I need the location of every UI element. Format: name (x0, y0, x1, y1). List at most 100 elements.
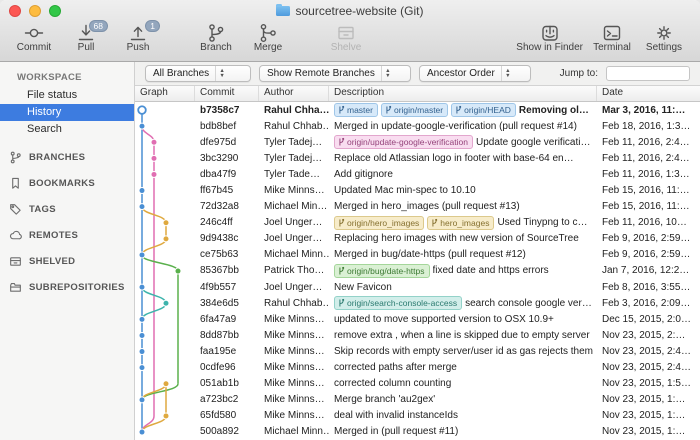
merge-button[interactable]: Merge (242, 22, 294, 53)
commit-author: Mike Minns… (259, 346, 329, 357)
commit-row[interactable]: 246c4ffJoel Unger…origin/hero_imageshero… (135, 215, 700, 231)
commit-author: Mike Minns… (259, 362, 329, 373)
column-header-author[interactable]: Author (259, 86, 329, 101)
sidebar-item-file-status[interactable]: File status (0, 87, 134, 104)
commit-button[interactable]: Commit (8, 22, 60, 53)
commit-description: Replace old Atlassian logo in footer wit… (329, 153, 597, 164)
shelve-button[interactable]: Shelve (320, 22, 372, 53)
commit-row[interactable]: 8dd87bbMike Minns…remove extra , when a … (135, 327, 700, 343)
sidebar-section-subrepositories[interactable]: SUBREPOSITORIES (0, 274, 134, 300)
commit-row[interactable]: 4f9b557Joel Unger…New FaviconFeb 8, 2016… (135, 279, 700, 295)
sidebar-section-shelved[interactable]: SHELVED (0, 248, 134, 274)
commit-table: Graph Commit Author Description Date b73… (135, 86, 700, 440)
commit-row[interactable]: ff67b45Mike Minns…Updated Mac min-spec t… (135, 182, 700, 198)
chevron-updown-icon: ▲▼ (501, 66, 514, 81)
commit-message: Used Tinypng to c… (497, 217, 587, 228)
window-title: sourcetree-website (Git) (295, 4, 423, 18)
branches-label: BRANCHES (29, 152, 85, 163)
commit-description: Skip records with empty server/user id a… (329, 346, 597, 357)
push-label: Push (127, 42, 150, 53)
branch-filter-select[interactable]: All Branches ▲▼ (145, 65, 251, 82)
sidebar-section-remotes[interactable]: REMOTES (0, 222, 134, 248)
settings-button[interactable]: Settings (638, 22, 690, 53)
commit-hash: 3bc3290 (195, 153, 259, 164)
commit-hash: b7358c7 (195, 105, 259, 116)
column-header-date[interactable]: Date (597, 86, 700, 101)
jump-to-input[interactable] (606, 66, 690, 81)
merge-label: Merge (254, 42, 282, 53)
column-header-commit[interactable]: Commit (195, 86, 259, 101)
push-button[interactable]: 1 Push (112, 22, 164, 53)
commit-row[interactable]: 384e6d5Rahul Chhab…origin/search-console… (135, 295, 700, 311)
commit-author: Joel Unger… (259, 217, 329, 228)
commit-date: Feb 18, 2016, 1:3… (597, 121, 700, 132)
commit-author: Mike Minns… (259, 394, 329, 405)
branch-button[interactable]: Branch (190, 22, 242, 53)
commit-date: Nov 23, 2015, 1:… (597, 394, 700, 405)
sidebar-section-tags[interactable]: TAGS (0, 196, 134, 222)
commit-message: corrected paths after merge (334, 362, 457, 373)
commit-description: deal with invalid instanceIds (329, 410, 597, 421)
commit-message: Merged in (pull request #11) (334, 426, 458, 437)
commit-hash: 051ab1b (195, 378, 259, 389)
pull-button[interactable]: 68 Pull (60, 22, 112, 53)
commit-row[interactable]: 6fa47a9Mike Minns…updated to move suppor… (135, 311, 700, 327)
commit-message: Updated Mac min-spec to 10.10 (334, 185, 476, 196)
commit-message: New Favicon (334, 282, 392, 293)
commit-description: origin/update-google-verificationUpdate … (329, 135, 597, 149)
column-header-description[interactable]: Description (329, 86, 597, 101)
zoom-button[interactable] (49, 5, 61, 17)
branch-badge-label: origin/hero_images (347, 217, 419, 229)
commit-hash: bdb8bef (195, 121, 259, 132)
commit-row[interactable]: b7358c7Rahul Chha…masterorigin/masterori… (135, 102, 700, 118)
commit-row[interactable]: ce75b63Michael Minn…Merged in bug/date-h… (135, 247, 700, 263)
order-select[interactable]: Ancestor Order ▲▼ (419, 65, 531, 82)
commit-row[interactable]: 3bc3290Tyler Tadej…Replace old Atlassian… (135, 150, 700, 166)
commit-row[interactable]: dfe975dTyler Tadej…origin/update-google-… (135, 134, 700, 150)
commit-row[interactable]: 051ab1bMike Minns…corrected column count… (135, 376, 700, 392)
commit-date: Nov 23, 2015, 1:5… (597, 378, 700, 389)
commit-row[interactable]: 65fd580Mike Minns…deal with invalid inst… (135, 408, 700, 424)
sidebar-section-branches[interactable]: BRANCHES (0, 144, 134, 170)
commit-row[interactable]: 500a892Michael Minn…Merged in (pull requ… (135, 424, 700, 440)
commit-message: Removing ol… (519, 105, 589, 116)
commit-row[interactable]: 72d32a8Michael Min…Merged in hero_images… (135, 199, 700, 215)
sidebar-item-history[interactable]: History (0, 104, 134, 121)
commit-author: Michael Minn… (259, 426, 329, 437)
commit-description: corrected column counting (329, 378, 597, 389)
commit-row[interactable]: faa195eMike Minns…Skip records with empt… (135, 343, 700, 359)
titlebar[interactable]: sourcetree-website (Git) (0, 0, 700, 21)
traffic-lights (9, 5, 61, 17)
branch-icon (206, 22, 226, 43)
commit-description: Merge branch 'au2gex' (329, 394, 597, 405)
commit-date: Feb 11, 2016, 1:3… (597, 169, 700, 180)
commit-hash: 9d9438c (195, 233, 259, 244)
commit-row[interactable]: dba47f9Tyler Tade…Add gitignoreFeb 11, 2… (135, 166, 700, 182)
show-in-finder-button[interactable]: Show in Finder (513, 22, 586, 53)
sidebar-section-bookmarks[interactable]: BOOKMARKS (0, 170, 134, 196)
subrepositories-label: SUBREPOSITORIES (29, 282, 125, 293)
commit-hash: ff67b45 (195, 185, 259, 196)
folder-stack-icon (9, 281, 22, 294)
minimize-button[interactable] (29, 5, 41, 17)
commit-row[interactable]: 85367bbPatrick Tho…origin/bug/date-https… (135, 263, 700, 279)
commit-hash: dba47f9 (195, 169, 259, 180)
sidebar-item-search[interactable]: Search (0, 121, 134, 138)
column-header-graph[interactable]: Graph (135, 86, 195, 101)
commit-row[interactable]: bdb8befRahul Chhab…Merged in update-goog… (135, 118, 700, 134)
commit-row[interactable]: 0cdfe96Mike Minns…corrected paths after … (135, 360, 700, 376)
commit-date: Feb 15, 2016, 11:… (597, 201, 700, 212)
commit-row[interactable]: a723bc2Mike Minns…Merge branch 'au2gex'N… (135, 392, 700, 408)
commit-date: Dec 15, 2015, 2:0… (597, 314, 700, 325)
commit-message: corrected column counting (334, 378, 451, 389)
terminal-button[interactable]: Terminal (586, 22, 638, 53)
branch-icon (338, 105, 345, 115)
remote-branches-select[interactable]: Show Remote Branches ▲▼ (259, 65, 411, 82)
commit-hash: 65fd580 (195, 410, 259, 421)
commit-date: Mar 3, 2016, 11:… (597, 105, 700, 116)
commit-row[interactable]: 9d9438cJoel Unger…Replacing hero images … (135, 231, 700, 247)
bookmark-icon (9, 177, 22, 190)
close-button[interactable] (9, 5, 21, 17)
cloud-icon (9, 229, 22, 242)
commit-message: Merged in update-google-verification (pu… (334, 121, 577, 132)
